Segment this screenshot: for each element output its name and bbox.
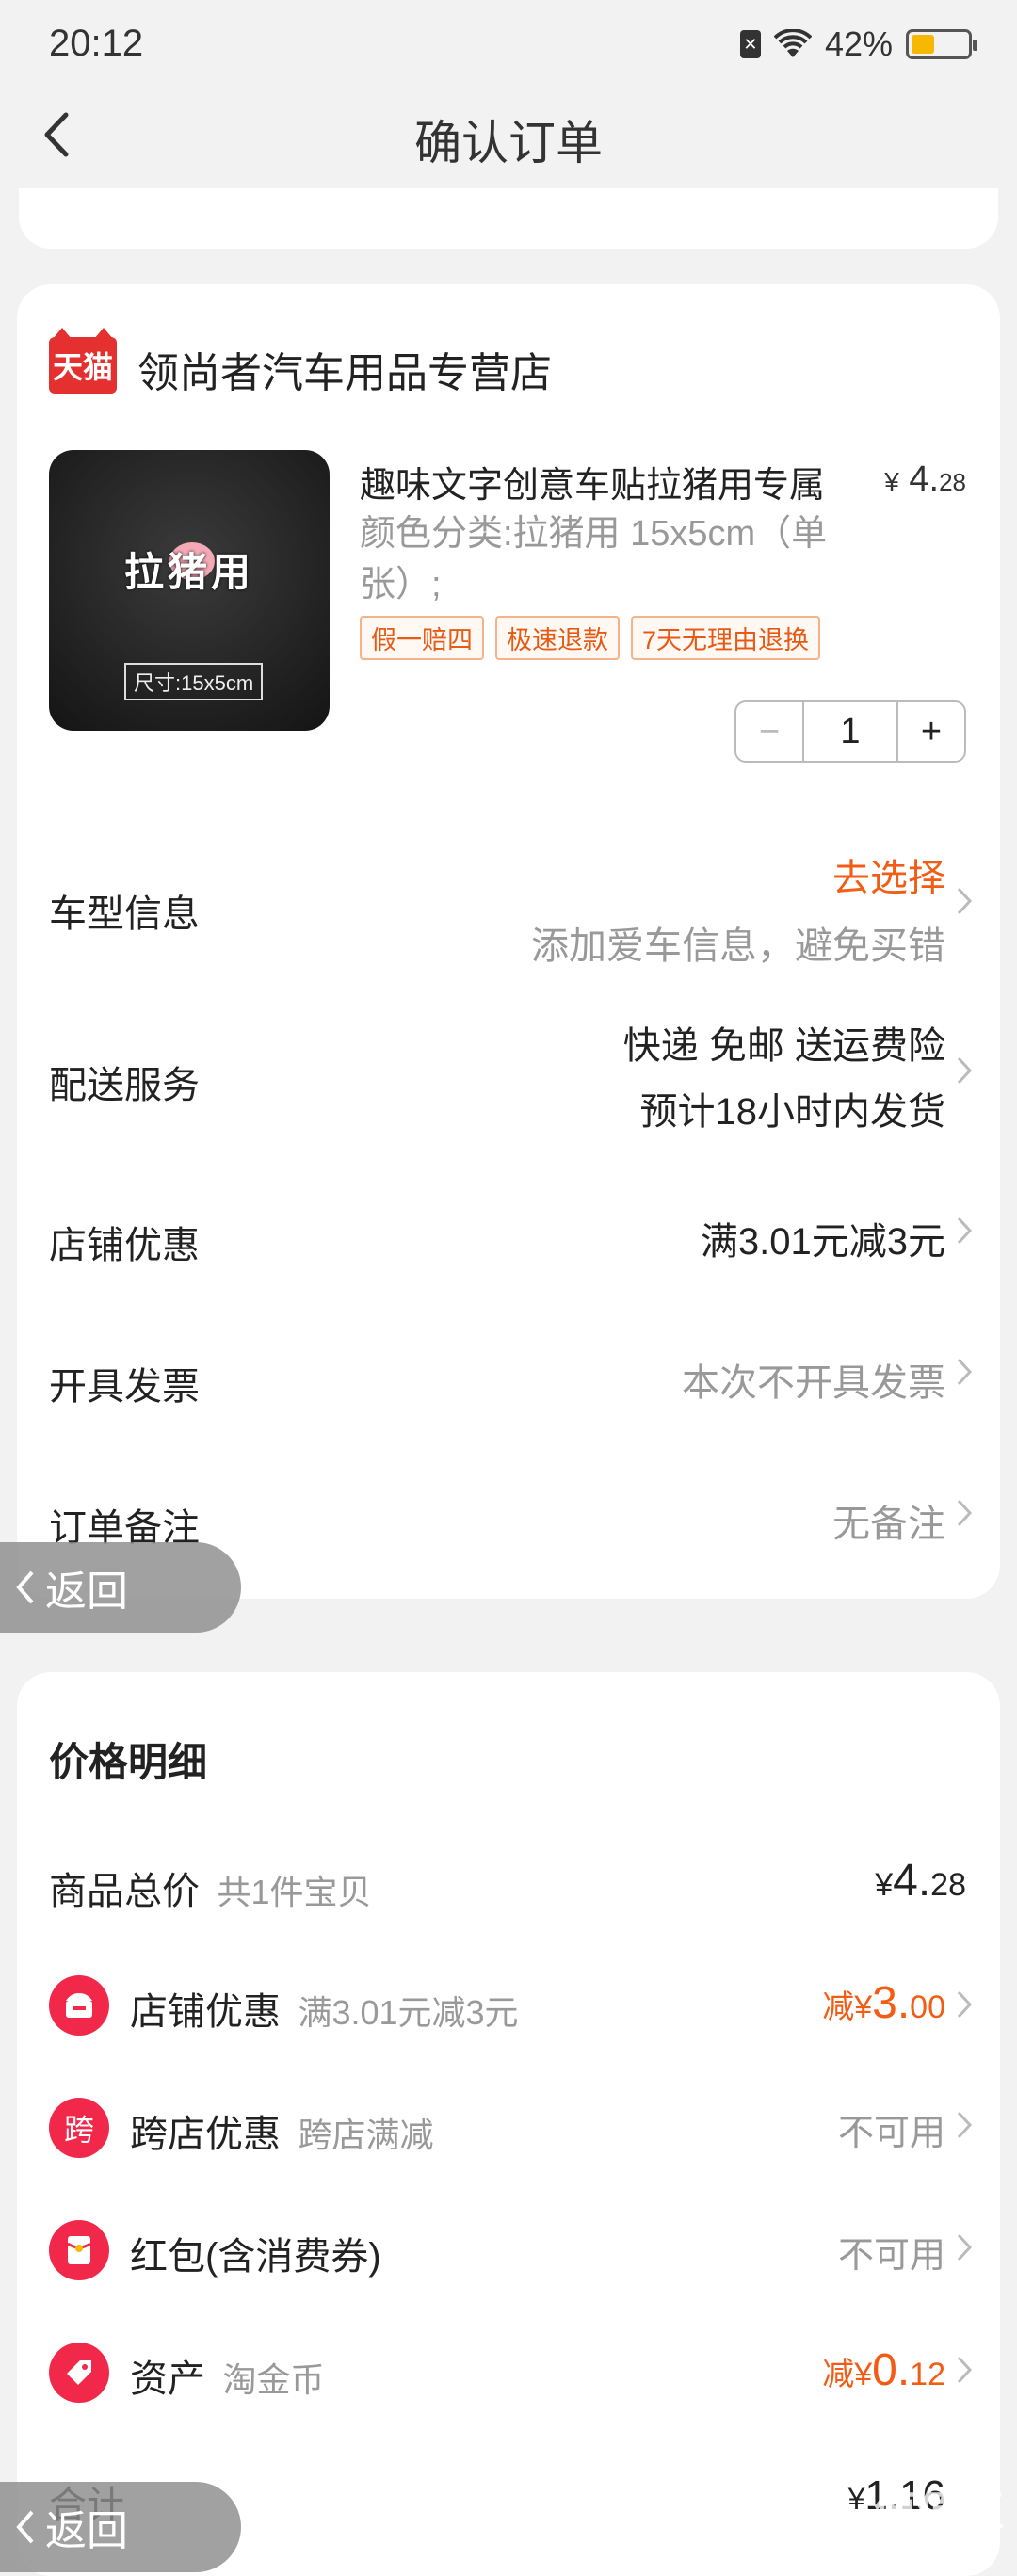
car-info-select[interactable]: 去选择 [832,847,945,902]
chevron-right-icon[interactable] [955,1988,974,2021]
tag-fake-compensation: 假一赔四 [360,616,484,660]
coin-tag-icon [49,2343,109,2403]
car-info-label: 车型信息 [49,894,200,935]
delivery-value[interactable]: 快递 免邮 送运费险 [623,1015,945,1070]
chevron-right-icon[interactable] [955,2109,974,2141]
red-packet-icon [49,2220,109,2280]
invoice-value[interactable]: 本次不开具发票 [682,1352,945,1407]
tag-7day-return: 7天无理由退换 [631,616,821,660]
chevron-right-icon[interactable] [955,2231,974,2263]
shop-discount-detail-sub: 满3.01元减3元 [298,1993,519,2032]
chevron-left-icon [16,2510,34,2544]
goods-total-amount: ¥4.28 [875,1856,966,1906]
floating-back-label: 返回 [45,2508,128,2554]
assets-row: 资产 淘金币 [130,2348,324,2403]
goods-total-row: 商品总价 共1件宝贝 [49,1860,371,1915]
shop-discount-value[interactable]: 满3.01元减3元 [701,1211,945,1265]
delivery-eta: 预计18小时内发货 [639,1091,946,1133]
shop-discount-detail-label: 店铺优惠 [130,1991,281,2033]
shop-icon [49,1975,109,2036]
cross-discount-label: 跨店优惠 [130,2114,281,2155]
chevron-right-icon[interactable] [955,1356,974,1388]
cross-discount-value[interactable]: 不可用 [838,2103,945,2155]
delivery-label: 配送服务 [49,1065,200,1106]
watermark-url: zhizhizhi.com [882,2520,996,2540]
red-packet-label: 红包(含消费券) [130,2236,381,2278]
product-image[interactable]: 拉猪用 尺寸:15x5cm [49,450,330,731]
page-title: 确认订单 [414,117,603,169]
shop-discount-detail-row: 店铺优惠 满3.01元减3元 [130,1981,519,2036]
increase-button[interactable]: + [896,702,964,761]
sim-icon: ✕ [739,30,761,58]
floating-back-button-bottom[interactable]: 返回 [0,2482,241,2572]
cross-store-icon: 跨 [49,2098,109,2158]
product-spec: 颜色分类:拉猪用 15x5cm（单张）; [360,514,828,604]
shop-discount-label: 店铺优惠 [49,1225,200,1266]
invoice-label: 开具发票 [49,1366,200,1408]
cross-discount-row: 跨店优惠 跨店满减 [130,2103,433,2158]
battery-icon [906,29,977,59]
chevron-right-icon[interactable] [955,885,974,917]
shop-discount-amount[interactable]: 减¥3.00 [822,1977,945,2029]
chevron-right-icon[interactable] [955,1055,974,1087]
product-size-label: 尺寸:15x5cm [124,663,264,700]
tag-fast-refund: 极速退款 [495,616,620,660]
floating-back-label: 返回 [45,1569,128,1615]
assets-sub: 淘金币 [222,2360,325,2399]
remark-value[interactable]: 无备注 [832,1493,945,1548]
tmall-logo: 天猫 [49,328,117,394]
battery-percent: 42% [824,24,893,63]
shop-name[interactable]: 领尚者汽车用品专营店 [137,339,552,399]
quantity-value[interactable]: 1 [804,702,896,761]
chevron-right-icon[interactable] [955,1215,974,1247]
product-image-text: 拉猪用 [124,550,255,594]
status-time: 20:12 [49,23,144,64]
service-tags: 假一赔四 极速退款 7天无理由退换 [360,616,821,660]
goods-total-label: 商品总价 [49,1871,200,1912]
goods-count: 共1件宝贝 [217,1873,372,1911]
car-info-hint: 添加爱车信息，避免买错 [531,926,945,967]
decrease-button[interactable]: − [736,702,804,761]
address-card-edge [19,188,998,249]
floating-back-button[interactable]: 返回 [0,1542,241,1633]
wifi-icon [773,29,812,57]
assets-label: 资产 [130,2359,205,2400]
red-packet-value[interactable]: 不可用 [838,2226,945,2278]
assets-amount[interactable]: 减¥0.12 [822,2344,945,2396]
product-title[interactable]: 趣味文字创意车贴拉猪用专属 [360,456,849,507]
product-price: ¥ 4.28 [884,459,966,499]
cross-discount-sub: 跨店满减 [298,2116,434,2154]
chevron-right-icon[interactable] [955,1497,974,1529]
price-detail-title: 价格明细 [49,1740,208,1784]
chevron-right-icon[interactable] [955,2354,974,2386]
chevron-left-icon [16,1570,34,1604]
quantity-stepper: − 1 + [734,700,966,763]
status-bar-right: ✕ 42% [739,24,977,64]
